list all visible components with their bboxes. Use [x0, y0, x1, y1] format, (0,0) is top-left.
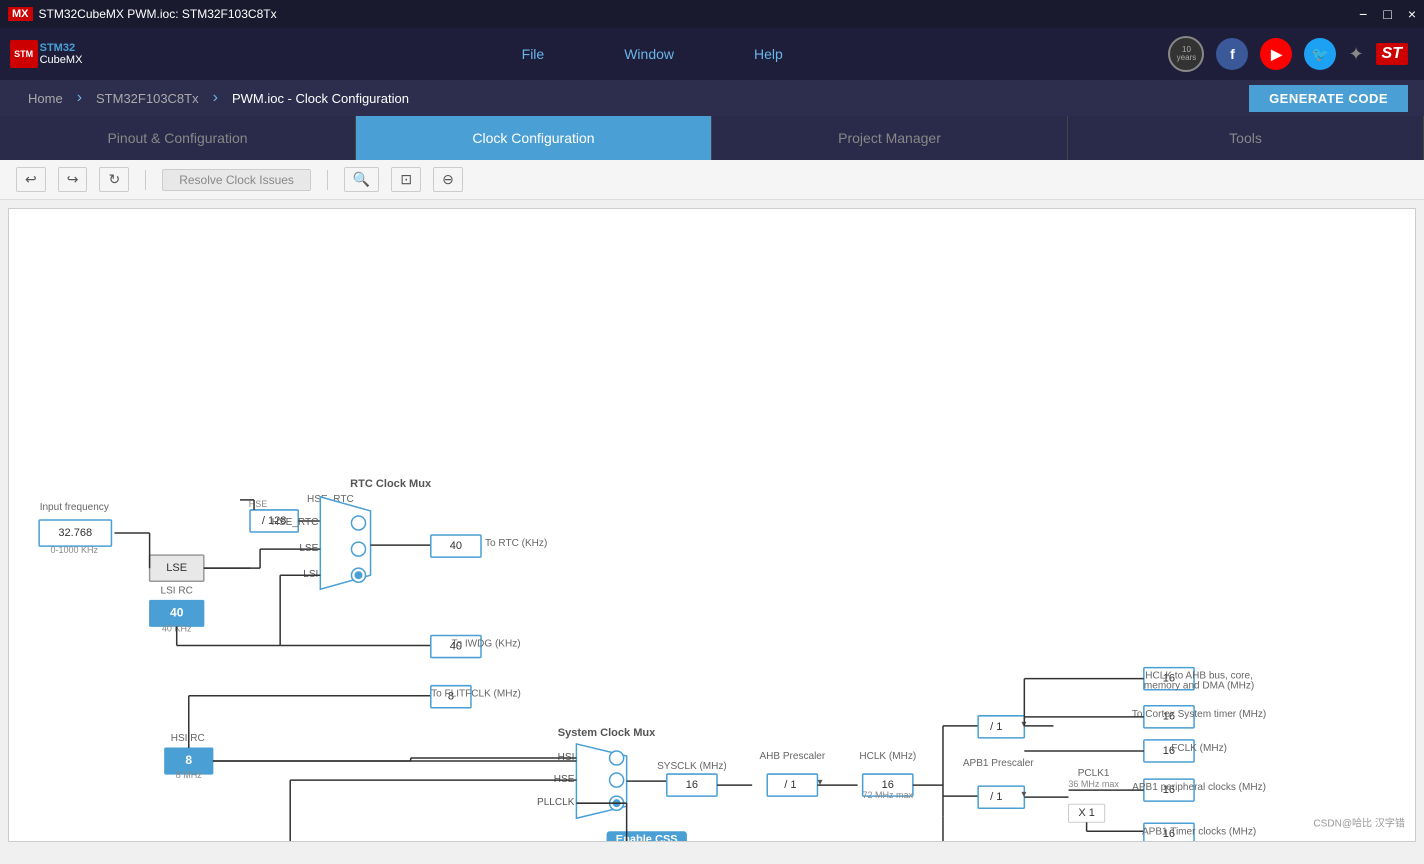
- hsi-value: 8: [185, 753, 192, 767]
- generate-code-button[interactable]: GENERATE CODE: [1249, 85, 1408, 112]
- watermark-text: CSDN@哈比 汉字错: [1313, 816, 1405, 829]
- bc-current[interactable]: PWM.ioc - Clock Configuration: [220, 91, 421, 106]
- toolbar-separator: [145, 170, 146, 190]
- toolbar-separator-2: [327, 170, 328, 190]
- tab-pinout[interactable]: Pinout & Configuration: [0, 116, 356, 160]
- sys-clk-mux-label: System Clock Mux: [558, 727, 656, 739]
- mux-hse-rtc-label: HSE_RTC: [272, 517, 319, 528]
- resolve-clock-button[interactable]: Resolve Clock Issues: [162, 169, 311, 191]
- undo-button[interactable]: ↩: [16, 167, 46, 192]
- menu-help[interactable]: Help: [754, 46, 783, 62]
- app-logo: MX: [8, 7, 33, 21]
- toolbar: ↩ ↪ ↻ Resolve Clock Issues 🔍 ⊡ ⊖: [0, 160, 1424, 200]
- apb1-peri-label: APB1 peripheral clocks (MHz): [1132, 782, 1266, 793]
- rtc-mux-label: RTC Clock Mux: [350, 478, 432, 490]
- titlebar-controls[interactable]: − □ ×: [1359, 6, 1416, 22]
- cortex-label: To Cortex System timer (MHz): [1132, 709, 1266, 720]
- svg-text:memory and DMA (MHz): memory and DMA (MHz): [1144, 681, 1254, 692]
- fclk-label: FCLK (MHz): [1171, 743, 1227, 754]
- to-flit-label: To FLITFCLK (MHz): [431, 689, 521, 700]
- close-button[interactable]: ×: [1408, 6, 1416, 22]
- lse-input-value: 32.768: [58, 527, 92, 539]
- menu-items: File Window Help: [136, 46, 1168, 62]
- breadcrumb: Home › STM32F103C8Tx › PWM.ioc - Clock C…: [0, 80, 1424, 116]
- menu-window[interactable]: Window: [624, 46, 674, 62]
- logo-area: STM STM32 CubeMX: [16, 32, 76, 76]
- hclk-mhz-label: HCLK (MHz): [859, 751, 916, 762]
- tab-project[interactable]: Project Manager: [712, 116, 1068, 160]
- lsi-rc-label: LSI RC: [161, 585, 193, 596]
- rtc-radio-lsi-selected: [354, 571, 362, 579]
- network-icon: ✦: [1348, 44, 1363, 65]
- maximize-button[interactable]: □: [1383, 6, 1391, 22]
- to-iwdg-label: To IWDG (KHz): [451, 639, 520, 650]
- to-rtc-value: 40: [450, 540, 462, 552]
- sys-pll-label: PLLCLK: [537, 797, 575, 808]
- div1-top-value: / 1: [990, 721, 1002, 733]
- clock-svg: Input frequency 32.768 0-1000 KHz LSE LS…: [9, 209, 1415, 841]
- bc-device[interactable]: STM32F103C8Tx: [84, 91, 211, 106]
- apb1-x1-label: X 1: [1078, 807, 1095, 819]
- main-diagram: Input frequency 32.768 0-1000 KHz LSE LS…: [8, 208, 1416, 842]
- zoom-in-button[interactable]: 🔍: [344, 167, 379, 192]
- redo-button[interactable]: ↪: [58, 167, 88, 192]
- apb1-div-value: / 1: [990, 791, 1002, 803]
- lsi-value: 40: [170, 606, 184, 620]
- enable-css-label: Enable CSS: [616, 833, 678, 841]
- tab-tools[interactable]: Tools: [1068, 116, 1424, 160]
- window-title: STM32CubeMX PWM.ioc: STM32F103C8Tx: [39, 7, 277, 21]
- titlebar-left: MX STM32CubeMX PWM.ioc: STM32F103C8Tx: [8, 7, 277, 21]
- hclk-72max-label: 72 MHz max: [862, 790, 913, 800]
- menu-icons: 10years f ▶ 🐦 ✦ ST: [1168, 36, 1408, 72]
- svg-text:▾: ▾: [1021, 789, 1026, 800]
- lse-label: LSE: [166, 562, 187, 574]
- rtc-radio-hse-inner: [355, 520, 361, 526]
- menu-file[interactable]: File: [522, 46, 545, 62]
- lse-range-label: 0-1000 KHz: [50, 545, 98, 555]
- minimize-button[interactable]: −: [1359, 6, 1367, 22]
- apb1-36max-label: 36 MHz max: [1068, 779, 1119, 789]
- bc-sep-2: ›: [213, 89, 218, 107]
- ahb-chevron: ▾: [817, 777, 822, 788]
- refresh-button[interactable]: ↻: [99, 167, 129, 192]
- stm32cubemx-logo: STM STM32 CubeMX: [16, 32, 76, 76]
- to-rtc-label: To RTC (KHz): [485, 538, 547, 549]
- apb1-prescaler-label: APB1 Prescaler: [963, 758, 1034, 769]
- hsi-rc-label: HSI RC: [171, 733, 205, 744]
- menubar: STM STM32 CubeMX File Window Help 10year…: [0, 28, 1424, 80]
- ahb-div-value: / 1: [784, 779, 796, 791]
- tabbar: Pinout & Configuration Clock Configurati…: [0, 116, 1424, 160]
- pclk1-label: PCLK1: [1078, 768, 1110, 779]
- sysclk-mhz-label: SYSCLK (MHz): [657, 761, 727, 772]
- sysclk-value: 16: [686, 779, 698, 791]
- fit-button[interactable]: ⊡: [391, 167, 421, 192]
- tab-clock[interactable]: Clock Configuration: [356, 116, 712, 160]
- apb1-timer-label: APB1 Timer clocks (MHz): [1142, 826, 1256, 837]
- bc-sep-1: ›: [77, 89, 82, 107]
- bc-home[interactable]: Home: [16, 91, 75, 106]
- twitter-icon[interactable]: 🐦: [1304, 38, 1336, 70]
- input-freq-lse-label: Input frequency: [40, 502, 109, 513]
- youtube-icon[interactable]: ▶: [1260, 38, 1292, 70]
- st-logo: ST: [1376, 43, 1408, 65]
- ahb-prescaler-label: AHB Prescaler: [759, 751, 825, 762]
- zoom-out-button[interactable]: ⊖: [433, 167, 463, 192]
- facebook-icon[interactable]: f: [1216, 38, 1248, 70]
- hsi-mhz-label: 8 MHz: [176, 770, 203, 780]
- version-badge: 10years: [1168, 36, 1204, 72]
- titlebar: MX STM32CubeMX PWM.ioc: STM32F103C8Tx − …: [0, 0, 1424, 28]
